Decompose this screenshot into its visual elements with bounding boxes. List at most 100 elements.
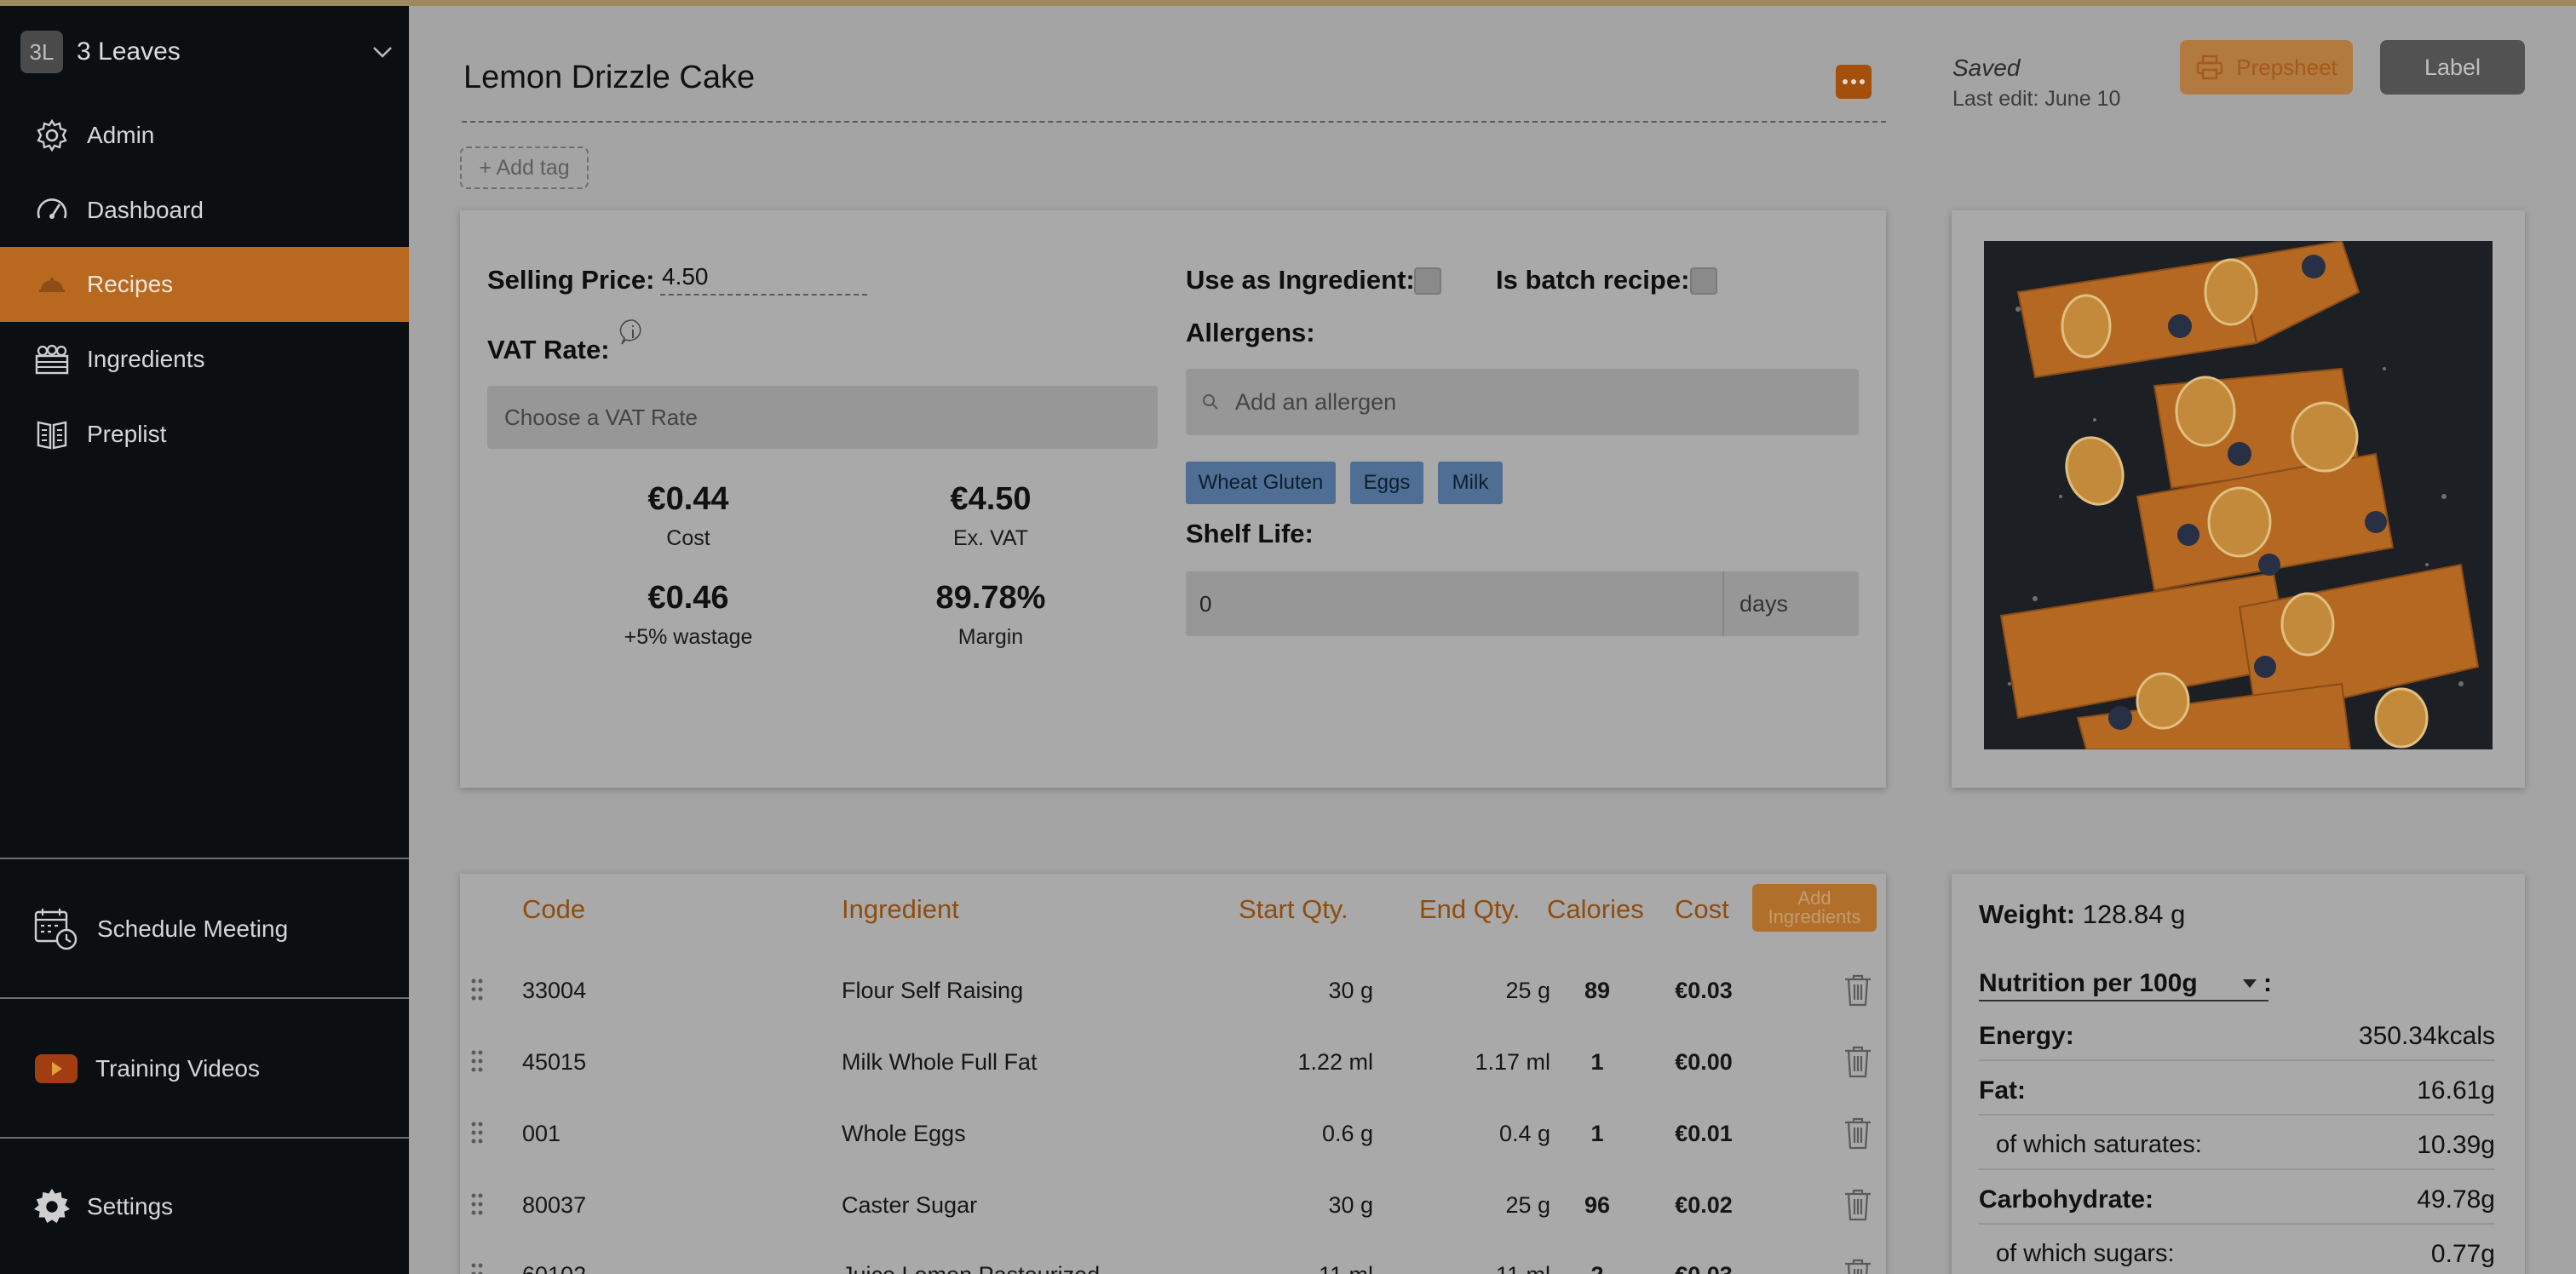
weight-readout: Weight: 128.84 g <box>1979 899 2185 930</box>
label-button[interactable]: Label <box>2380 40 2525 95</box>
nutrition-row-carbohydrate: Carbohydrate: 49.78g <box>1979 1177 2495 1225</box>
nutrition-label: Fat: <box>1979 1076 2026 1105</box>
is-batch-recipe-checkbox[interactable] <box>1690 267 1717 295</box>
prepsheet-label: Prepsheet <box>2236 54 2337 80</box>
trash-icon[interactable] <box>1842 1257 1874 1274</box>
sidebar-item-label: Admin <box>87 122 155 148</box>
selling-price-input[interactable]: 4.50 <box>660 263 867 296</box>
org-name: 3 Leaves <box>77 37 181 66</box>
allergen-chip[interactable]: Milk <box>1438 462 1503 504</box>
weight-label: Weight: <box>1979 899 2076 929</box>
cell-start-qty[interactable]: 30 g <box>1227 978 1373 1004</box>
cell-cost: €0.00 <box>1675 1049 1733 1075</box>
shelf-life-input[interactable]: 0 <box>1186 571 1722 636</box>
crate-icon <box>32 340 72 379</box>
column-header-cost[interactable]: Cost <box>1675 894 1729 925</box>
sidebar-divider <box>0 997 409 999</box>
trash-icon[interactable] <box>1842 1116 1874 1151</box>
cell-ingredient[interactable]: Caster Sugar <box>842 1192 977 1219</box>
cell-end-qty[interactable]: 25 g <box>1397 1192 1550 1219</box>
sidebar-item-label: Ingredients <box>87 346 205 372</box>
add-tag-button[interactable]: + Add tag <box>460 146 589 189</box>
drag-handle-icon[interactable] <box>470 1119 484 1146</box>
cell-cost: €0.02 <box>1675 1192 1733 1218</box>
cell-end-qty[interactable]: 0.4 g <box>1397 1121 1550 1147</box>
sidebar-item-admin[interactable]: Admin <box>0 98 409 173</box>
sidebar-divider <box>0 858 409 859</box>
nutrition-basis-select[interactable]: Nutrition per 100g <box>1979 969 2268 1001</box>
org-switcher[interactable]: 3L 3 Leaves <box>20 28 395 76</box>
column-header-code[interactable]: Code <box>522 894 585 925</box>
sidebar-item-ingredients[interactable]: Ingredients <box>0 322 409 397</box>
wastage-stat: €0.46 +5% wastage <box>561 580 816 650</box>
nutrition-value: 10.39g <box>2417 1131 2495 1159</box>
column-header-ingredient[interactable]: Ingredient <box>842 894 959 925</box>
sidebar-item-label: Dashboard <box>87 197 204 223</box>
training-videos-link[interactable]: Training Videos <box>0 1031 409 1106</box>
shelf-life-label: Shelf Life: <box>1186 519 1314 548</box>
cell-cost: €0.03 <box>1675 978 1733 1003</box>
cell-start-qty[interactable]: 0.6 g <box>1227 1121 1373 1147</box>
cell-ingredient[interactable]: Whole Eggs <box>842 1121 966 1147</box>
prepsheet-button[interactable]: Prepsheet <box>2180 40 2353 95</box>
sidebar-item-label: Recipes <box>87 271 174 297</box>
vat-rate-select[interactable]: Choose a VAT Rate <box>487 386 1158 449</box>
allergens-label: Allergens: <box>1186 318 1315 347</box>
info-icon[interactable] <box>618 318 647 347</box>
drag-handle-icon[interactable] <box>470 1047 484 1075</box>
caret-down-icon[interactable] <box>2243 979 2257 988</box>
sidebar-item-label: Preplist <box>87 421 167 447</box>
table-row: 80037 Caster Sugar 30 g 25 g 96 €0.02 <box>460 1170 1886 1242</box>
cell-start-qty[interactable]: 11 ml <box>1227 1262 1373 1274</box>
drag-handle-icon[interactable] <box>470 976 484 1003</box>
cell-start-qty[interactable]: 30 g <box>1227 1192 1373 1219</box>
settings-link[interactable]: Settings <box>0 1169 409 1244</box>
cell-ingredient[interactable]: Flour Self Raising <box>842 978 1023 1004</box>
ex-vat-caption: Ex. VAT <box>953 526 1028 550</box>
wastage-value: €0.46 <box>647 580 729 616</box>
allergen-chip[interactable]: Eggs <box>1350 462 1423 504</box>
cell-start-qty[interactable]: 1.22 ml <box>1227 1049 1373 1076</box>
chevron-down-icon[interactable] <box>370 39 395 65</box>
table-row: 45015 Milk Whole Full Fat 1.22 ml 1.17 m… <box>460 1027 1886 1099</box>
sidebar-item-preplist[interactable]: Preplist <box>0 397 409 472</box>
cell-end-qty[interactable]: 11 ml <box>1397 1262 1550 1274</box>
trash-icon[interactable] <box>1842 1187 1874 1223</box>
column-header-start-qty[interactable]: Start Qty. <box>1239 894 1348 925</box>
trash-icon[interactable] <box>1842 1044 1874 1080</box>
recipe-title[interactable]: Lemon Drizzle Cake <box>463 60 755 96</box>
cell-end-qty[interactable]: 25 g <box>1397 978 1550 1004</box>
ingredients-table: Code Ingredient Start Qty. End Qty. Calo… <box>460 874 1886 1274</box>
use-as-ingredient-checkbox[interactable] <box>1414 267 1441 295</box>
schedule-meeting-link[interactable]: Schedule Meeting <box>0 892 409 967</box>
margin-caption: Margin <box>957 625 1024 649</box>
nutrition-row-fat: Fat: 16.61g <box>1979 1068 2495 1116</box>
trash-icon[interactable] <box>1842 973 1874 1008</box>
cell-ingredient[interactable]: Milk Whole Full Fat <box>842 1049 1038 1076</box>
recipe-photo-card[interactable] <box>1952 210 2525 788</box>
drag-handle-icon[interactable] <box>470 1260 484 1274</box>
recipe-photo[interactable] <box>1984 241 2493 749</box>
sidebar: 3L 3 Leaves Admin Dashboard Recipes Ingr… <box>0 6 409 1274</box>
gear-icon <box>32 1187 72 1226</box>
cell-cost: €0.01 <box>1675 1121 1733 1146</box>
allergen-search-input[interactable]: Add an allergen <box>1186 369 1859 435</box>
wastage-caption: +5% wastage <box>624 625 753 649</box>
nutrition-label: of which sugars: <box>1996 1240 2175 1267</box>
allergen-chip[interactable]: Wheat Gluten <box>1186 462 1336 504</box>
weight-value: 128.84 g <box>2082 899 2186 929</box>
drag-handle-icon[interactable] <box>470 1191 484 1218</box>
sidebar-item-dashboard[interactable]: Dashboard <box>0 173 409 248</box>
training-videos-label: Training Videos <box>95 1055 261 1082</box>
table-row: 33004 Flour Self Raising 30 g 25 g 89 €0… <box>460 956 1886 1027</box>
sidebar-item-recipes[interactable]: Recipes <box>0 247 409 322</box>
cell-ingredient[interactable]: Juice Lemon Pasteurized <box>842 1262 1100 1274</box>
column-header-end-qty[interactable]: End Qty. <box>1419 894 1520 925</box>
cost-caption: Cost <box>666 526 710 550</box>
add-ingredients-button[interactable]: Add Ingredients <box>1752 884 1877 932</box>
cell-end-qty[interactable]: 1.17 ml <box>1397 1049 1550 1076</box>
cell-calories: 96 <box>1584 1192 1611 1218</box>
more-options-button[interactable] <box>1836 65 1872 99</box>
schedule-meeting-label: Schedule Meeting <box>97 915 289 942</box>
column-header-calories[interactable]: Calories <box>1547 894 1644 925</box>
